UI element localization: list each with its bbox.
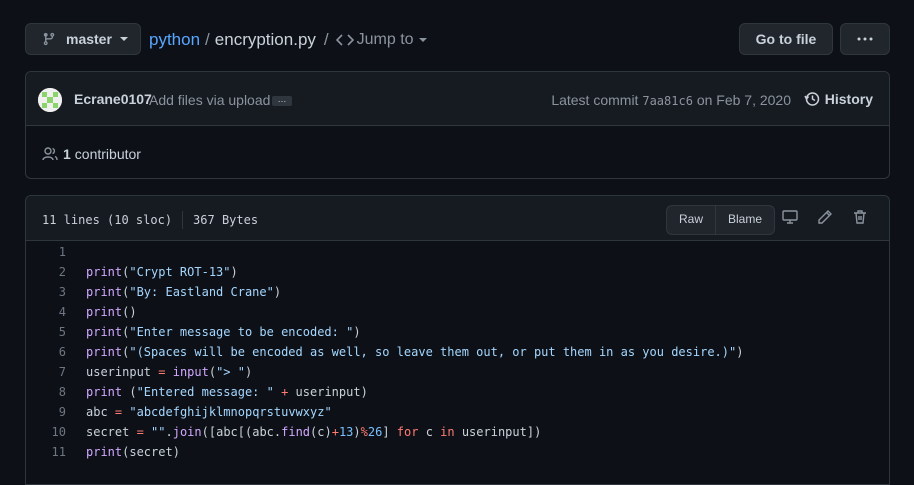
line-content: print("(Spaces will be encoded as well, … [86, 345, 744, 359]
chevron-down-icon [119, 37, 128, 41]
line-number[interactable]: 5 [26, 322, 86, 342]
line-content: print() [86, 305, 137, 319]
code-line: 2 print("Crypt ROT-13") [26, 262, 889, 282]
file-viewer: 11 lines (10 sloc) 367 Bytes Raw Blame 1… [25, 195, 890, 485]
jump-to-label: Jump to [356, 31, 414, 48]
identicon-icon [38, 88, 62, 112]
line-number[interactable]: 6 [26, 342, 86, 362]
breadcrumb: python / encryption.py / Jump to [149, 28, 427, 52]
file-header: 11 lines (10 sloc) 367 Bytes Raw Blame [26, 196, 889, 241]
repo-link[interactable]: python [149, 30, 200, 50]
line-number[interactable]: 10 [26, 422, 86, 442]
code-line: 1 [26, 242, 889, 262]
code-icon [335, 34, 354, 46]
code-line: 8 print ("Entered message: " + userinput… [26, 382, 889, 402]
contributors-row[interactable]: 1 contributor [42, 146, 141, 162]
line-number[interactable]: 11 [26, 442, 86, 462]
line-number[interactable]: 3 [26, 282, 86, 302]
latest-commit-row: Ecrane0107 Add files via upload … Latest… [26, 72, 889, 126]
line-number[interactable]: 7 [26, 362, 86, 382]
history-link[interactable]: History [804, 91, 873, 107]
trash-icon[interactable] [852, 209, 868, 228]
line-content: userinput = input("> ") [86, 365, 253, 379]
code-line: 6 print("(Spaces will be encoded as well… [26, 342, 889, 362]
code-line: 9 abc = "abcdefghijklmnopqrstuvwxyz" [26, 402, 889, 422]
contributor-label: contributor [74, 146, 141, 162]
history-label: History [824, 91, 873, 107]
code-line: 3 print("By: Eastland Crane") [26, 282, 889, 302]
avatar[interactable] [38, 88, 62, 112]
blame-button[interactable]: Blame [715, 206, 774, 234]
line-number[interactable]: 1 [26, 242, 86, 262]
line-content: print("Enter message to be encoded: ") [86, 325, 361, 339]
line-number[interactable]: 2 [26, 262, 86, 282]
more-options-button[interactable] [840, 23, 890, 55]
line-content: abc = "abcdefghijklmnopqrstuvwxyz" [86, 405, 332, 419]
history-icon [804, 92, 820, 106]
file-size: 367 Bytes [193, 213, 259, 227]
file-actions-group: Raw Blame [666, 205, 776, 235]
people-icon [42, 147, 58, 161]
commit-author[interactable]: Ecrane0107 [74, 91, 152, 107]
line-content: print(secret) [86, 445, 180, 459]
line-number[interactable]: 8 [26, 382, 86, 402]
code-line: 4 print() [26, 302, 889, 322]
jump-to-button[interactable]: Jump to [335, 31, 427, 49]
raw-button[interactable]: Raw [667, 206, 715, 234]
branch-label: master [66, 31, 112, 47]
desktop-icon[interactable] [782, 209, 798, 228]
code-line: 5 print("Enter message to be encoded: ") [26, 322, 889, 342]
expand-commit-button[interactable]: … [272, 95, 292, 106]
line-content: secret = "".join([abc[(abc.find(c)+13)%2… [86, 425, 542, 439]
commit-box: Ecrane0107 Add files via upload … Latest… [25, 71, 890, 179]
file-name: encryption.py [214, 30, 316, 49]
code-line: 10 secret = "".join([abc[(abc.find(c)+13… [26, 422, 889, 442]
breadcrumb-separator: / [205, 30, 210, 49]
code-view: 1 2 print("Crypt ROT-13") 3 print("By: E… [26, 242, 889, 462]
divider [182, 211, 184, 229]
git-branch-icon [43, 32, 55, 46]
commit-sha[interactable]: 7aa81c6 [642, 94, 693, 108]
line-number[interactable]: 9 [26, 402, 86, 422]
breadcrumb-separator: / [323, 30, 329, 49]
line-content: print("Crypt ROT-13") [86, 265, 238, 279]
branch-select-button[interactable]: master [25, 23, 141, 55]
latest-commit-info: Latest commit 7aa81c6 on Feb 7, 2020 [551, 92, 791, 108]
line-number[interactable]: 4 [26, 302, 86, 322]
contributor-count: 1 [63, 146, 71, 162]
pencil-icon[interactable] [817, 209, 833, 228]
go-to-file-button[interactable]: Go to file [739, 23, 833, 55]
chevron-down-icon [418, 38, 427, 42]
latest-commit-prefix: Latest commit [551, 92, 639, 108]
line-content: print("By: Eastland Crane") [86, 285, 282, 299]
line-content: print ("Entered message: " + userinput) [86, 385, 368, 399]
code-line: 7 userinput = input("> ") [26, 362, 889, 382]
file-info: 11 lines (10 sloc) 367 Bytes [42, 211, 258, 229]
commit-date: on Feb 7, 2020 [696, 92, 791, 108]
kebab-horizontal-icon [857, 37, 873, 41]
line-count: 11 lines (10 sloc) [42, 213, 173, 227]
code-line: 11 print(secret) [26, 442, 889, 462]
commit-message[interactable]: Add files via upload [149, 92, 270, 108]
